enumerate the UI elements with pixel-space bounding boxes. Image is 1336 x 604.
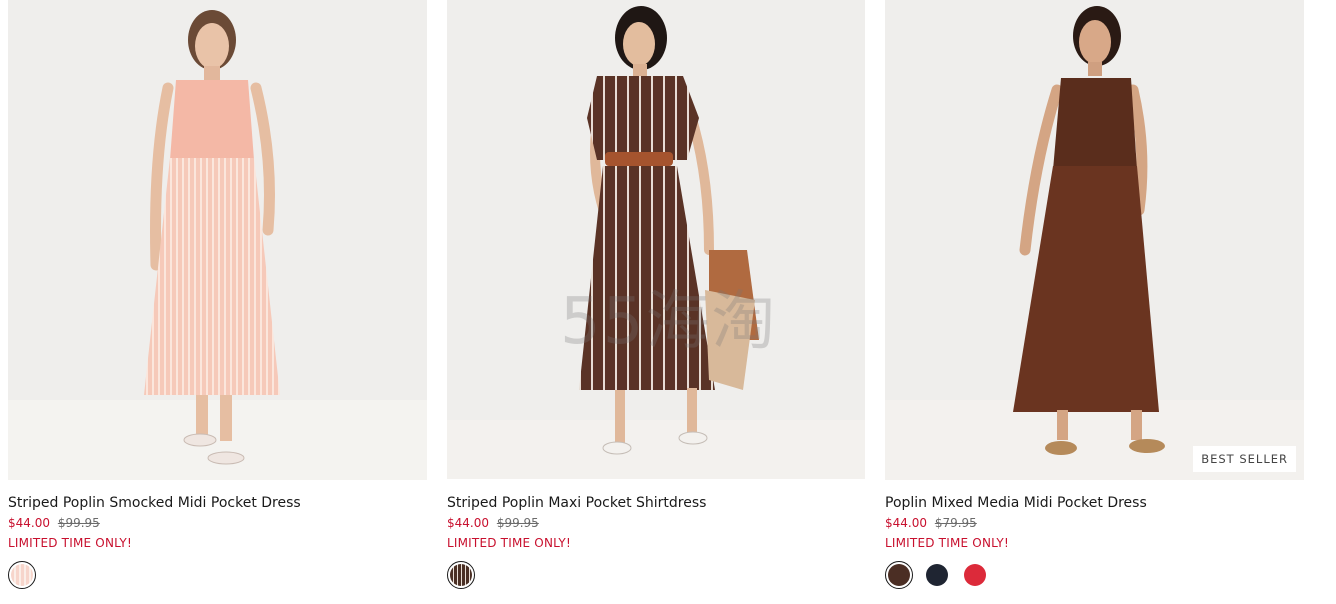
promo-text: LIMITED TIME ONLY!	[8, 536, 132, 550]
price-row: $44.00 $99.95	[447, 515, 865, 531]
product-card: Striped Poplin Smocked Midi Pocket Dress…	[8, 0, 427, 589]
swatch-color	[11, 564, 33, 586]
product-image[interactable]	[8, 0, 427, 480]
swatch-color	[964, 564, 986, 586]
product-card: BEST SELLER Poplin Mixed Media Midi Pock…	[885, 0, 1304, 589]
product-title[interactable]: Striped Poplin Maxi Pocket Shirtdress	[447, 494, 865, 512]
product-photo-model-striped-shirtdress	[447, 0, 865, 479]
swatch-navy[interactable]	[923, 561, 951, 589]
product-title[interactable]: Striped Poplin Smocked Midi Pocket Dress	[8, 494, 427, 512]
swatch-color	[450, 564, 472, 586]
product-image[interactable]: BEST SELLER	[885, 0, 1304, 480]
color-swatches	[885, 561, 1304, 589]
original-price: $79.95	[934, 516, 977, 530]
swatch-red[interactable]	[961, 561, 989, 589]
original-price: $99.95	[496, 516, 539, 530]
product-grid: Striped Poplin Smocked Midi Pocket Dress…	[0, 0, 1336, 604]
swatch-pink-stripe[interactable]	[8, 561, 36, 589]
original-price: $99.95	[57, 516, 100, 530]
best-seller-badge: BEST SELLER	[1193, 446, 1296, 472]
product-photo-model-pink-dress	[8, 0, 427, 480]
promo-text: LIMITED TIME ONLY!	[447, 536, 571, 550]
promo-text: LIMITED TIME ONLY!	[885, 536, 1009, 550]
swatch-brown-stripe[interactable]	[447, 561, 475, 589]
swatch-brown[interactable]	[885, 561, 913, 589]
swatch-color	[926, 564, 948, 586]
sale-price: $44.00	[447, 516, 489, 530]
price-row: $44.00 $79.95	[885, 515, 1304, 531]
swatch-color	[888, 564, 910, 586]
sale-price: $44.00	[885, 516, 927, 530]
product-photo-model-brown-dress	[885, 0, 1304, 480]
color-swatches	[8, 561, 427, 589]
color-swatches	[447, 561, 865, 589]
product-image[interactable]	[447, 0, 865, 479]
product-title[interactable]: Poplin Mixed Media Midi Pocket Dress	[885, 494, 1304, 512]
product-card: Striped Poplin Maxi Pocket Shirtdress $4…	[447, 0, 865, 589]
sale-price: $44.00	[8, 516, 50, 530]
price-row: $44.00 $99.95	[8, 515, 427, 531]
